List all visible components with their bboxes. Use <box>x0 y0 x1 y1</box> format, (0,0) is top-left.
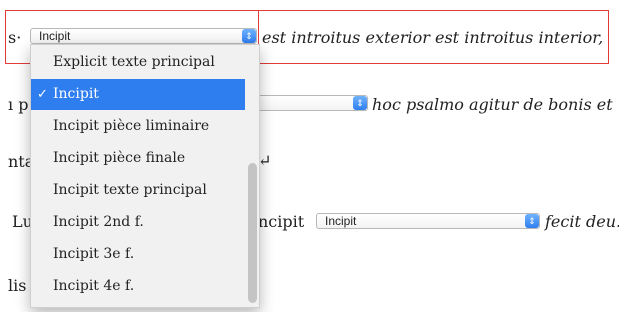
row2-text: hoc psalmo agitur de bonis et <box>372 95 613 114</box>
menu-item-incipit-3e-f[interactable]: Incipit 3e f. <box>31 239 245 270</box>
type-select-row1[interactable]: Incipit ⇕ <box>30 28 257 44</box>
menu-scrollbar[interactable] <box>247 48 257 304</box>
menu-scrollbar-thumb[interactable] <box>248 163 257 303</box>
row4-middle: ncipit <box>258 212 305 231</box>
menu-item-incipit-texte-principal[interactable]: Incipit texte principal <box>31 175 245 206</box>
menu-item-incipit-piece-liminaire[interactable]: Incipit pièce liminaire <box>31 111 245 142</box>
select-value: Incipit <box>325 214 357 228</box>
type-select-row4[interactable]: Incipit ⇕ <box>316 213 540 229</box>
select-dropdown-menu[interactable]: Explicit texte principal ✓ Incipit Incip… <box>30 44 260 308</box>
select-stepper-icon[interactable]: ⇕ <box>353 96 367 110</box>
row1-text: est introitus exterior est introitus int… <box>262 28 604 47</box>
checkmark-icon: ✓ <box>37 87 48 102</box>
menu-item-incipit[interactable]: ✓ Incipit <box>31 79 245 110</box>
menu-item-incipit-piece-finale[interactable]: Incipit pièce finale <box>31 143 245 174</box>
menu-item-incipit-2nd-f[interactable]: Incipit 2nd f. <box>31 207 245 238</box>
row1-prefix: s· <box>8 28 22 47</box>
select-stepper-icon[interactable]: ⇕ <box>525 214 539 228</box>
row4-text: fecit deu. <box>545 212 619 231</box>
menu-item-incipit-4e-f[interactable]: Incipit 4e f. <box>31 271 245 302</box>
row5-prefix: lis <box>8 276 27 295</box>
menu-item-explicit-texte-principal[interactable]: Explicit texte principal <box>31 47 245 78</box>
select-stepper-icon[interactable]: ⇕ <box>242 29 256 43</box>
return-icon: ↵ <box>258 151 272 170</box>
select-value: Incipit <box>39 29 71 43</box>
row2-prefix: ı p <box>8 95 29 114</box>
